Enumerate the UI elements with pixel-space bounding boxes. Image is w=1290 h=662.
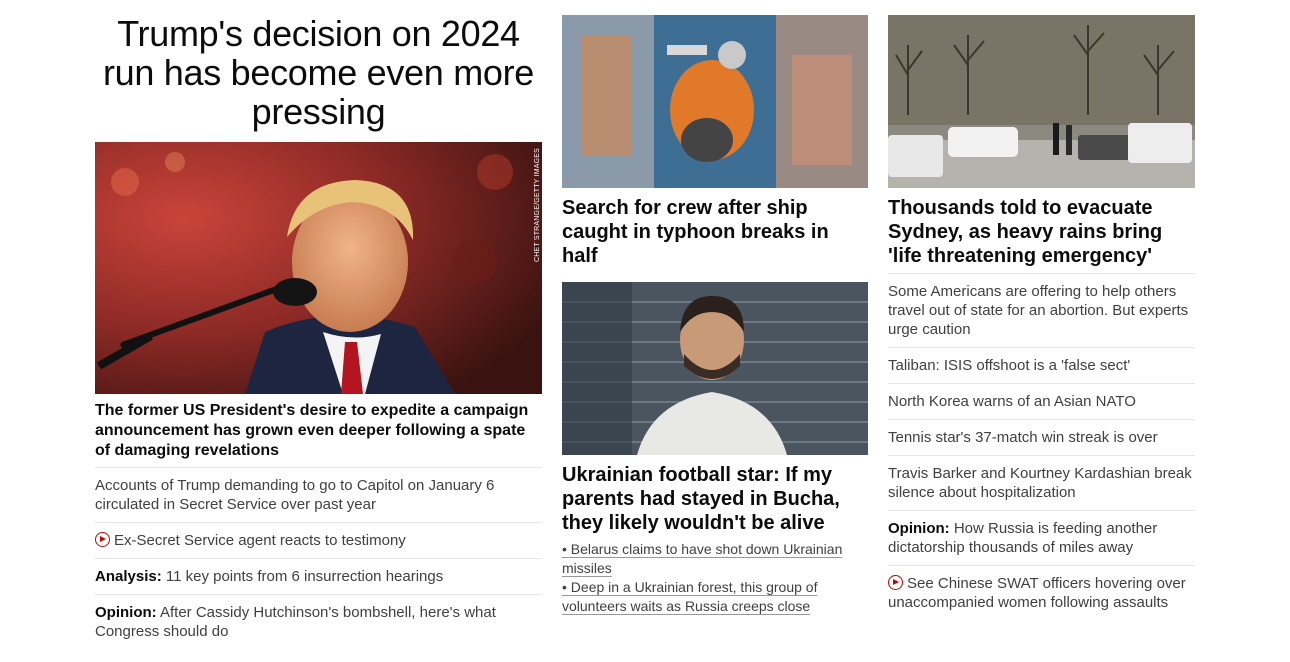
list-item-text[interactable]: Some Americans are offering to help othe… [888, 283, 1188, 338]
image-credit: CHET STRANGE/GETTY IMAGES [533, 148, 543, 262]
list-item[interactable]: Opinion: After Cassidy Hutchinson's bomb… [95, 594, 542, 649]
list-item[interactable]: See Chinese SWAT officers hovering over … [888, 565, 1195, 620]
bullet-link[interactable]: • Belarus claims to have shot down Ukrai… [562, 540, 868, 578]
right-column: Thousands told to evacuate Sydney, as he… [888, 0, 1195, 662]
list-item-text[interactable]: Tennis star's 37-match win streak is ove… [888, 429, 1158, 446]
sydney-headline[interactable]: Thousands told to evacuate Sydney, as he… [888, 196, 1195, 268]
list-item[interactable]: Opinion: How Russia is feeding another d… [888, 510, 1195, 565]
sydney-flood-photo [888, 15, 1195, 188]
lead-image[interactable] [95, 142, 542, 394]
list-item[interactable]: Some Americans are offering to help othe… [888, 273, 1195, 347]
related-text[interactable]: Accounts of Trump demanding to go to Cap… [95, 477, 494, 513]
analysis-label: Analysis: [95, 568, 162, 585]
list-item-text[interactable]: Travis Barker and Kourtney Kardashian br… [888, 465, 1192, 501]
list-item[interactable]: Tennis star's 37-match win streak is ove… [888, 419, 1195, 455]
football-star-photo [562, 282, 868, 455]
image-credit-text: CHET STRANGE/GETTY IMAGES [534, 148, 541, 263]
lead-column: Trump's decision on 2024 run has become … [95, 0, 542, 662]
list-item-text[interactable]: See Chinese SWAT officers hovering over … [888, 575, 1186, 611]
play-icon [888, 575, 903, 590]
list-item-text[interactable]: Taliban: ISIS offshoot is a 'false sect' [888, 357, 1130, 374]
lead-related-list: Accounts of Trump demanding to go to Cap… [95, 467, 542, 649]
lead-subheadline[interactable]: The former US President's desire to expe… [95, 401, 542, 461]
middle-column: Search for crew after ship caught in typ… [562, 0, 868, 662]
related-text[interactable]: 11 key points from 6 insurrection hearin… [162, 568, 443, 585]
list-item[interactable]: Travis Barker and Kourtney Kardashian br… [888, 455, 1195, 510]
list-item[interactable]: Analysis: 11 key points from 6 insurrect… [95, 558, 542, 594]
related-text[interactable]: Ex-Secret Service agent reacts to testim… [114, 532, 406, 549]
opinion-label: Opinion: [888, 520, 950, 537]
football-bullets: • Belarus claims to have shot down Ukrai… [562, 540, 868, 616]
list-item[interactable]: Ex-Secret Service agent reacts to testim… [95, 522, 542, 558]
play-icon [95, 532, 110, 547]
bullet-link[interactable]: • Deep in a Ukrainian forest, this group… [562, 578, 868, 616]
right-headline-list: Some Americans are offering to help othe… [888, 273, 1195, 620]
football-star-image[interactable] [562, 282, 868, 455]
trump-photo [95, 142, 542, 394]
football-star-headline[interactable]: Ukrainian football star: If my parents h… [562, 463, 868, 535]
ship-rescue-photo [562, 15, 868, 188]
list-item[interactable]: Accounts of Trump demanding to go to Cap… [95, 467, 542, 522]
sydney-flood-image[interactable] [888, 15, 1195, 188]
list-item[interactable]: North Korea warns of an Asian NATO [888, 383, 1195, 419]
ship-headline[interactable]: Search for crew after ship caught in typ… [562, 196, 868, 268]
list-item-text[interactable]: North Korea warns of an Asian NATO [888, 393, 1136, 410]
opinion-label: Opinion: [95, 604, 157, 621]
list-item[interactable]: Taliban: ISIS offshoot is a 'false sect' [888, 347, 1195, 383]
ship-image[interactable] [562, 15, 868, 188]
lead-headline[interactable]: Trump's decision on 2024 run has become … [95, 14, 542, 131]
